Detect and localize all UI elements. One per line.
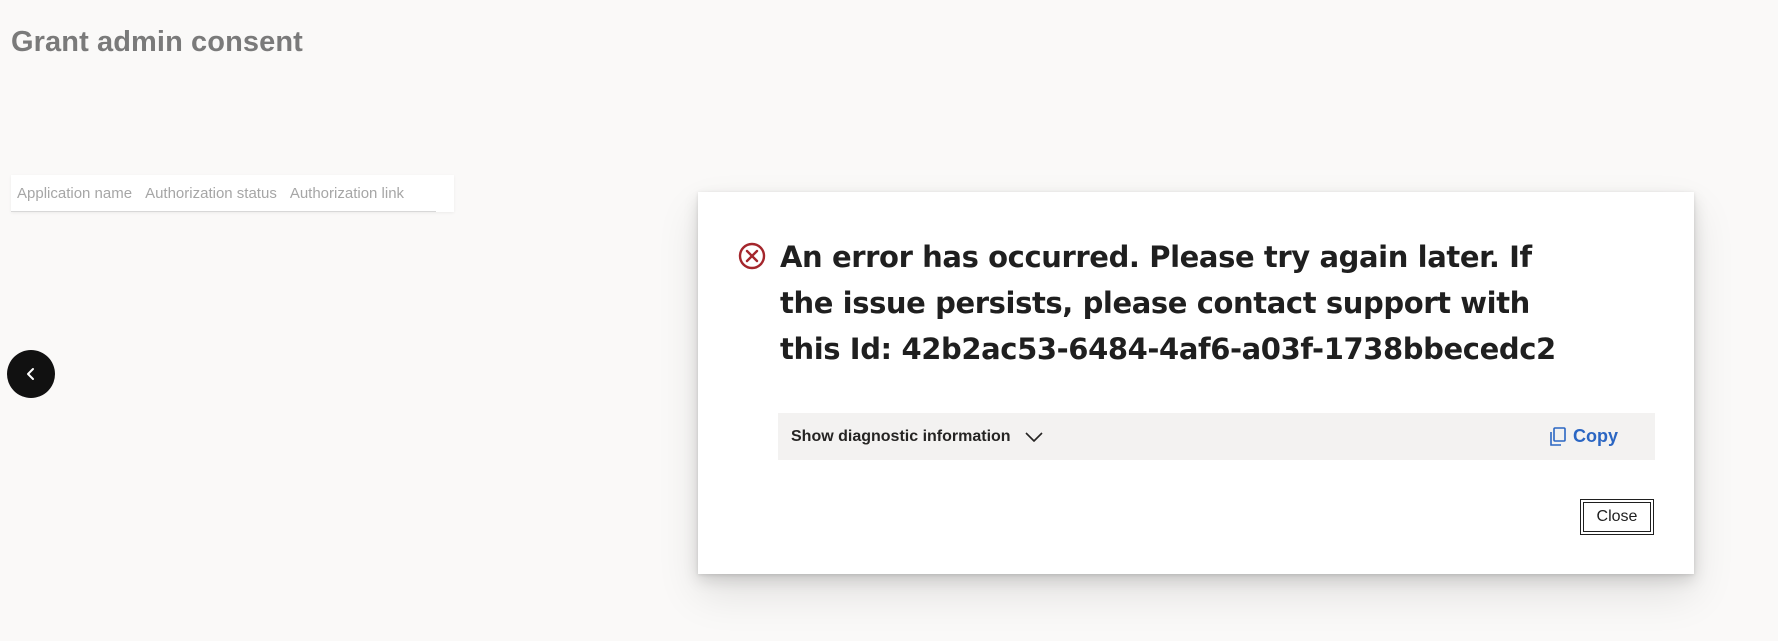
diagnostic-label: Show diagnostic information <box>791 427 1011 445</box>
page-title: Grant admin consent <box>11 26 303 58</box>
page: Grant admin consent Application name Aut… <box>0 0 1778 641</box>
chevron-left-icon <box>27 368 34 380</box>
copy-icon <box>1550 426 1566 446</box>
show-diagnostic-toggle[interactable]: Show diagnostic information <box>791 413 1043 460</box>
back-button[interactable] <box>7 350 55 398</box>
chevron-down-icon <box>1024 431 1043 443</box>
copy-button[interactable]: Copy <box>1549 413 1618 460</box>
close-label: Close <box>1596 508 1638 525</box>
error-dialog: An error has occurred. Please try again … <box>698 192 1694 574</box>
table-header-divider <box>11 211 436 212</box>
column-header-application-name[interactable]: Application name <box>11 185 139 202</box>
table-header: Application name Authorization status Au… <box>11 175 454 212</box>
error-circle-icon <box>738 242 766 270</box>
close-button[interactable]: Close <box>1580 499 1654 535</box>
error-message: An error has occurred. Please try again … <box>780 240 1556 366</box>
column-header-authorization-link[interactable]: Authorization link <box>284 185 411 202</box>
diagnostic-bar: Show diagnostic information Copy <box>778 413 1655 460</box>
copy-label: Copy <box>1573 426 1618 446</box>
column-header-authorization-status[interactable]: Authorization status <box>139 185 284 202</box>
